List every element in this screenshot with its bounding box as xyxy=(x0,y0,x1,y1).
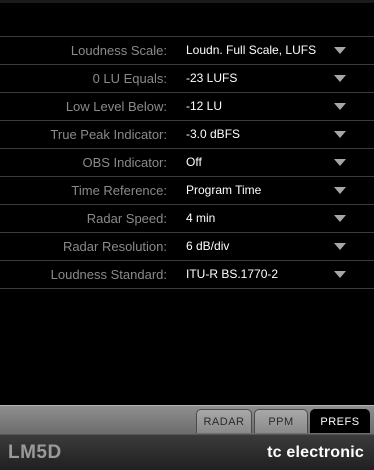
pref-row-radar-speed: Radar Speed: 4 min xyxy=(0,205,374,233)
brand-logo: tc electronic xyxy=(267,444,364,461)
footer-bar: LM5D tc electronic xyxy=(0,434,374,470)
pref-row-low-level-below: Low Level Below: -12 LU xyxy=(0,93,374,121)
lm5d-plugin-window: Loudness Scale: Loudn. Full Scale, LUFS … xyxy=(0,0,374,470)
pref-label: Loudness Scale: xyxy=(70,43,167,58)
view-tab-bar: RADAR PPM PREFS xyxy=(0,405,374,435)
pref-value: -12 LU xyxy=(186,99,223,113)
dropdown-arrow-icon[interactable] xyxy=(334,187,346,194)
pref-value: Program Time xyxy=(186,183,262,197)
pref-label: 0 LU Equals: xyxy=(92,71,167,86)
true-peak-indicator-dropdown[interactable]: -3.0 dBFS xyxy=(186,121,356,148)
dropdown-arrow-icon[interactable] xyxy=(334,243,346,250)
pref-row-radar-resolution: Radar Resolution: 6 dB/div xyxy=(0,233,374,261)
pref-row-true-peak-indicator: True Peak Indicator: -3.0 dBFS xyxy=(0,121,374,149)
pref-label: True Peak Indicator: xyxy=(50,127,167,142)
loudness-standard-dropdown[interactable]: ITU-R BS.1770-2 xyxy=(186,261,356,288)
dropdown-arrow-icon[interactable] xyxy=(334,47,346,54)
pref-label: Low Level Below: xyxy=(65,99,167,114)
top-divider xyxy=(0,0,374,3)
pref-row-loudness-standard: Loudness Standard: ITU-R BS.1770-2 xyxy=(0,261,374,289)
time-reference-dropdown[interactable]: Program Time xyxy=(186,177,356,204)
pref-value: ITU-R BS.1770-2 xyxy=(186,267,279,281)
pref-row-time-reference: Time Reference: Program Time xyxy=(0,177,374,205)
radar-resolution-dropdown[interactable]: 6 dB/div xyxy=(186,233,356,260)
pref-row-0-lu-equals: 0 LU Equals: -23 LUFS xyxy=(0,65,374,93)
pref-value: Off xyxy=(186,155,202,169)
pref-label: Radar Resolution: xyxy=(62,239,167,254)
pref-value: -23 LUFS xyxy=(186,71,238,85)
pref-value: -3.0 dBFS xyxy=(186,127,241,141)
radar-speed-dropdown[interactable]: 4 min xyxy=(186,205,356,232)
dropdown-arrow-icon[interactable] xyxy=(334,271,346,278)
tab-prefs[interactable]: PREFS xyxy=(310,409,370,433)
pref-value: 6 dB/div xyxy=(186,239,230,253)
pref-label: Radar Speed: xyxy=(86,211,167,226)
pref-value: Loudn. Full Scale, LUFS xyxy=(186,43,317,57)
pref-label: Loudness Standard: xyxy=(50,267,167,282)
pref-label: Time Reference: xyxy=(71,183,167,198)
product-logo: LM5D xyxy=(8,442,62,463)
low-level-below-dropdown[interactable]: -12 LU xyxy=(186,93,356,120)
preferences-list: Loudness Scale: Loudn. Full Scale, LUFS … xyxy=(0,36,374,289)
tab-radar[interactable]: RADAR xyxy=(196,409,252,433)
tab-ppm[interactable]: PPM xyxy=(254,409,308,433)
pref-row-loudness-scale: Loudness Scale: Loudn. Full Scale, LUFS xyxy=(0,37,374,65)
pref-row-obs-indicator: OBS Indicator: Off xyxy=(0,149,374,177)
pref-value: 4 min xyxy=(186,211,216,225)
obs-indicator-dropdown[interactable]: Off xyxy=(186,149,356,176)
pref-label: OBS Indicator: xyxy=(82,155,167,170)
0-lu-equals-dropdown[interactable]: -23 LUFS xyxy=(186,65,356,92)
dropdown-arrow-icon[interactable] xyxy=(334,159,346,166)
dropdown-arrow-icon[interactable] xyxy=(334,131,346,138)
loudness-scale-dropdown[interactable]: Loudn. Full Scale, LUFS xyxy=(186,37,356,64)
dropdown-arrow-icon[interactable] xyxy=(334,103,346,110)
dropdown-arrow-icon[interactable] xyxy=(334,215,346,222)
dropdown-arrow-icon[interactable] xyxy=(334,75,346,82)
